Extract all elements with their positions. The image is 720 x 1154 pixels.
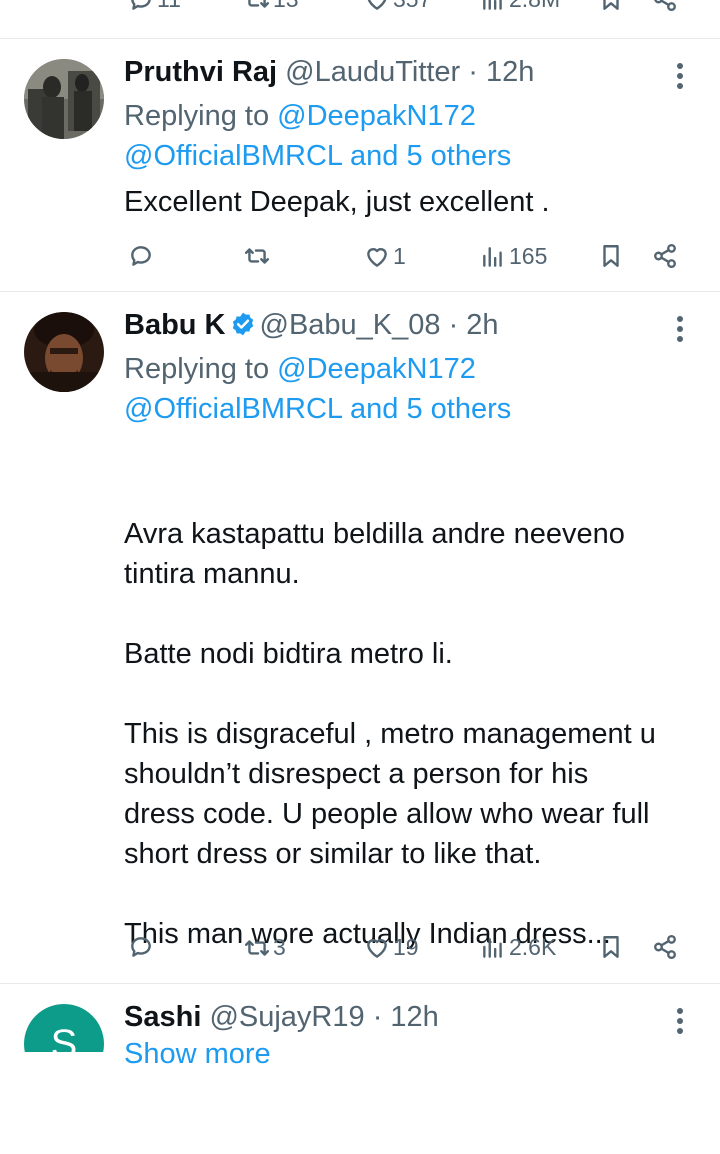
retweet-button[interactable]: 13 [244, 0, 299, 13]
bookmark-icon [603, 245, 619, 267]
like-button[interactable]: 357 [364, 0, 431, 13]
retweet-icon [244, 248, 270, 264]
retweet-count: 13 [273, 0, 299, 13]
share-icon [654, 243, 676, 269]
user-handle[interactable]: @SujayR19 [209, 1001, 364, 1033]
bookmark-button[interactable] [598, 934, 624, 960]
bookmark-icon [603, 0, 619, 10]
avatar-letter: S [50, 1022, 78, 1052]
share-button[interactable] [652, 243, 678, 269]
verified-badge-icon [230, 311, 256, 345]
reply-button[interactable]: 11 [128, 0, 181, 13]
replying-to: Replying to @DeepakN172 @OfficialBMRCL a… [124, 96, 511, 176]
replying-to: Replying to @DeepakN172 @OfficialBMRCL a… [124, 349, 511, 429]
reply-icon [131, 937, 151, 957]
display-name[interactable]: Sashi [124, 1001, 201, 1033]
reply-button[interactable] [128, 243, 154, 269]
mention-link[interactable]: @OfficialBMRCL and 5 others [124, 389, 511, 429]
more-dots-icon [677, 1008, 683, 1014]
like-count: 19 [393, 934, 419, 960]
like-button[interactable]: 1 [364, 243, 406, 270]
views-icon [483, 937, 502, 958]
retweet-button[interactable] [244, 243, 270, 269]
tweet-text-content: Avra kastapattu beldilla andre neeveno t… [124, 518, 656, 950]
more-options-button[interactable] [668, 314, 692, 344]
avatar[interactable] [24, 312, 104, 392]
heart-icon [367, 938, 387, 958]
user-handle[interactable]: @LauduTitter [285, 56, 460, 88]
tweet-header: Babu K @Babu_K_08 · 2h [124, 309, 499, 345]
heart-icon [367, 247, 387, 267]
tweet-sashi[interactable]: S Sashi @SujayR19 · 12h [0, 984, 720, 1052]
more-dots-icon [677, 63, 683, 69]
share-button[interactable] [652, 934, 678, 960]
like-count: 1 [393, 243, 406, 269]
reply-button[interactable] [128, 934, 154, 960]
user-handle[interactable]: @Babu_K_08 [260, 309, 441, 341]
more-options-button[interactable] [668, 1006, 692, 1036]
more-options-button[interactable] [668, 61, 692, 91]
views-button[interactable]: 2.6K [480, 934, 556, 961]
heart-icon [368, 0, 386, 10]
reply-icon [131, 0, 151, 10]
retweet-count: 3 [273, 934, 286, 960]
share-icon [654, 934, 676, 960]
views-count: 165 [509, 243, 548, 269]
display-name[interactable]: Babu K [124, 309, 226, 341]
more-dots-icon [677, 316, 683, 322]
top-action-bar: 11 13 357 2.8M [0, 0, 720, 16]
views-count: 2.8M [509, 0, 560, 13]
timestamp[interactable]: · 12h [468, 56, 534, 88]
bookmark-button[interactable] [598, 243, 624, 269]
retweet-icon [248, 0, 270, 8]
avatar[interactable] [24, 59, 104, 139]
views-icon [483, 0, 502, 10]
retweet-icon [244, 939, 270, 956]
share-icon [654, 0, 676, 12]
like-count: 357 [393, 0, 431, 13]
views-button[interactable]: 165 [480, 243, 547, 270]
reply-count: 11 [157, 0, 181, 13]
timestamp[interactable]: · 2h [449, 309, 499, 341]
bookmark-icon [603, 936, 619, 958]
like-button[interactable]: 19 [364, 934, 419, 961]
display-name[interactable]: Pruthvi Raj [124, 56, 277, 88]
share-button[interactable] [652, 0, 678, 12]
tweet-pruthvi-raj[interactable]: Pruthvi Raj @LauduTitter · 12h Replying … [0, 39, 720, 291]
timestamp[interactable]: · 12h [373, 1001, 439, 1033]
views-count: 2.6K [509, 934, 557, 960]
avatar[interactable]: S [24, 1004, 104, 1052]
tweet-babu-k[interactable]: Babu K @Babu_K_08 · 2h Replying to @Deepa… [0, 292, 720, 1070]
bookmark-button[interactable] [598, 0, 624, 12]
tweet-text: Excellent Deepak, just excellent . [124, 186, 550, 218]
tweet-header: Sashi @SujayR19 · 12h [124, 1001, 439, 1034]
mention-link[interactable]: @DeepakN172 [277, 100, 476, 132]
retweet-button[interactable]: 3 [244, 934, 286, 961]
mention-link[interactable]: @DeepakN172 [277, 353, 476, 385]
views-icon [483, 246, 502, 267]
tweet-header: Pruthvi Raj @LauduTitter · 12h [124, 56, 534, 89]
views-button[interactable]: 2.8M [480, 0, 560, 13]
mention-link[interactable]: @OfficialBMRCL and 5 others [124, 136, 511, 176]
reply-icon [131, 246, 151, 266]
